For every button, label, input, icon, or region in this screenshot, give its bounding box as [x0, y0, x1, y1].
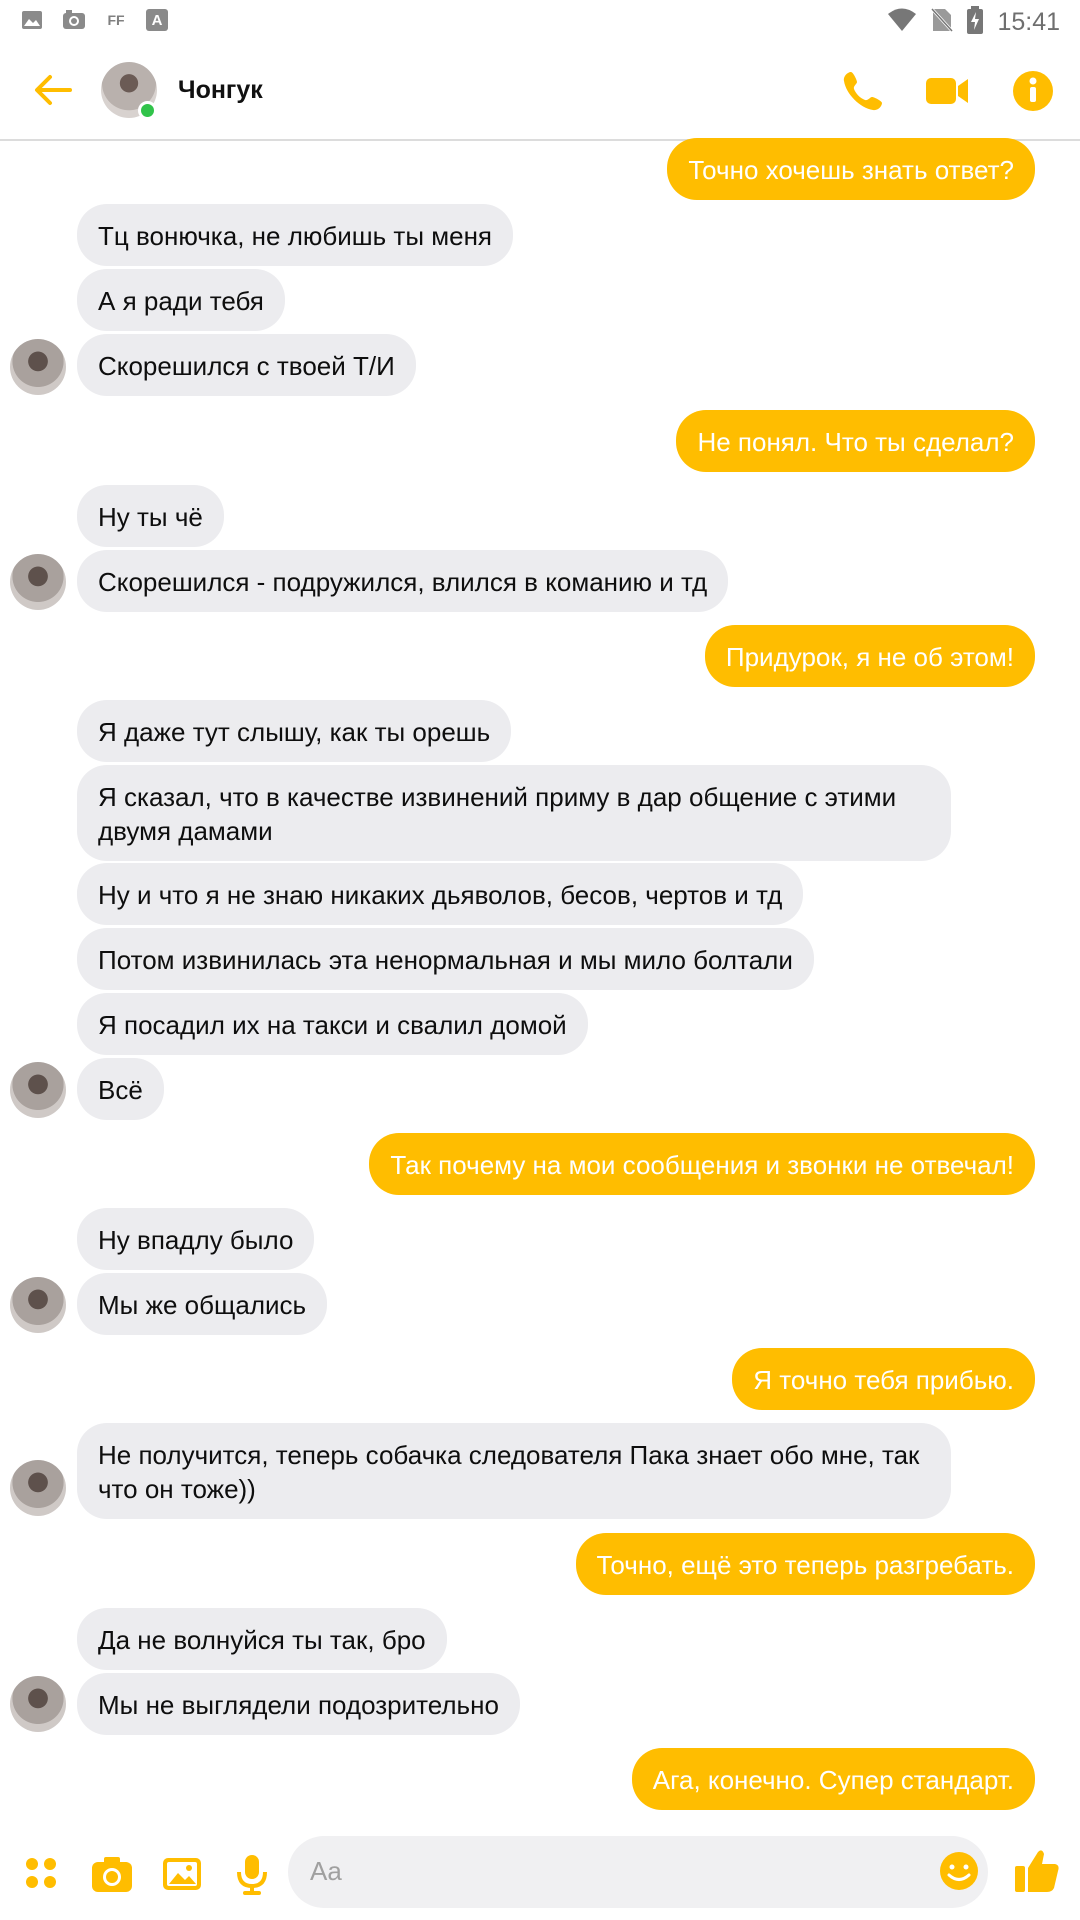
outgoing-message[interactable]: Не понял. Что ты сделал? [676, 410, 1035, 472]
incoming-message[interactable]: Тц вонючка, не любишь ты меня [77, 204, 514, 266]
camera-icon[interactable] [90, 1852, 134, 1896]
incoming-message[interactable]: Я посадил их на такси и свалил домой [77, 993, 588, 1055]
avatar[interactable] [10, 1062, 66, 1118]
outgoing-message[interactable]: Точно хочешь знать ответ? [667, 138, 1035, 200]
incoming-message[interactable]: Мы же общались [77, 1273, 328, 1335]
avatar[interactable] [10, 1676, 66, 1732]
message-input-placeholder: Aa [310, 1856, 342, 1886]
microphone-icon[interactable] [230, 1852, 274, 1896]
incoming-message[interactable]: А я ради тебя [77, 269, 285, 331]
incoming-message[interactable]: Я даже тут слышу, как ты орешь [77, 700, 512, 762]
message-input[interactable]: Aa [288, 1836, 988, 1908]
apps-grid-icon[interactable] [20, 1852, 64, 1896]
outgoing-message[interactable]: Ага, конечно. Супер стандарт. [631, 1748, 1035, 1810]
incoming-message[interactable]: Я сказал, что в качестве извинений приму… [77, 765, 951, 861]
incoming-message[interactable]: Мы не выглядели подозрительно [77, 1673, 520, 1735]
avatar[interactable] [10, 1460, 66, 1516]
outgoing-message[interactable]: Я точно тебя прибью. [732, 1348, 1035, 1410]
incoming-message[interactable]: Не получится, теперь собачка следователя… [77, 1423, 951, 1519]
incoming-message[interactable]: Да не волнуйся ты так, бро [77, 1608, 447, 1670]
incoming-message[interactable]: Потом извинилась эта ненормальная и мы м… [77, 928, 814, 990]
message-list[interactable]: Точно хочешь знать ответ? Тц вонючка, не… [0, 0, 1080, 1920]
outgoing-message[interactable]: Точно, ещё это теперь разгребать. [575, 1533, 1035, 1595]
thumbs-up-icon[interactable] [1012, 1846, 1062, 1896]
message-composer: Aa [0, 1830, 1080, 1920]
avatar[interactable] [10, 554, 66, 610]
incoming-message[interactable]: Скорешился с твоей Т/И [77, 334, 416, 396]
incoming-message[interactable]: Ну ты чё [77, 485, 224, 547]
emoji-icon[interactable] [938, 1850, 980, 1892]
outgoing-message[interactable]: Так почему на мои сообщения и звонки не … [369, 1133, 1035, 1195]
incoming-message[interactable]: Скорешился - подружился, влился в комани… [77, 550, 729, 612]
outgoing-message[interactable]: Придурок, я не об этом! [704, 625, 1035, 687]
avatar[interactable] [10, 1277, 66, 1333]
gallery-icon[interactable] [160, 1852, 204, 1896]
avatar[interactable] [10, 339, 66, 395]
incoming-message[interactable]: Ну и что я не знаю никаких дьяволов, бес… [77, 863, 804, 925]
incoming-message[interactable]: Всё [77, 1058, 164, 1120]
incoming-message[interactable]: Ну впадлу было [77, 1208, 315, 1270]
